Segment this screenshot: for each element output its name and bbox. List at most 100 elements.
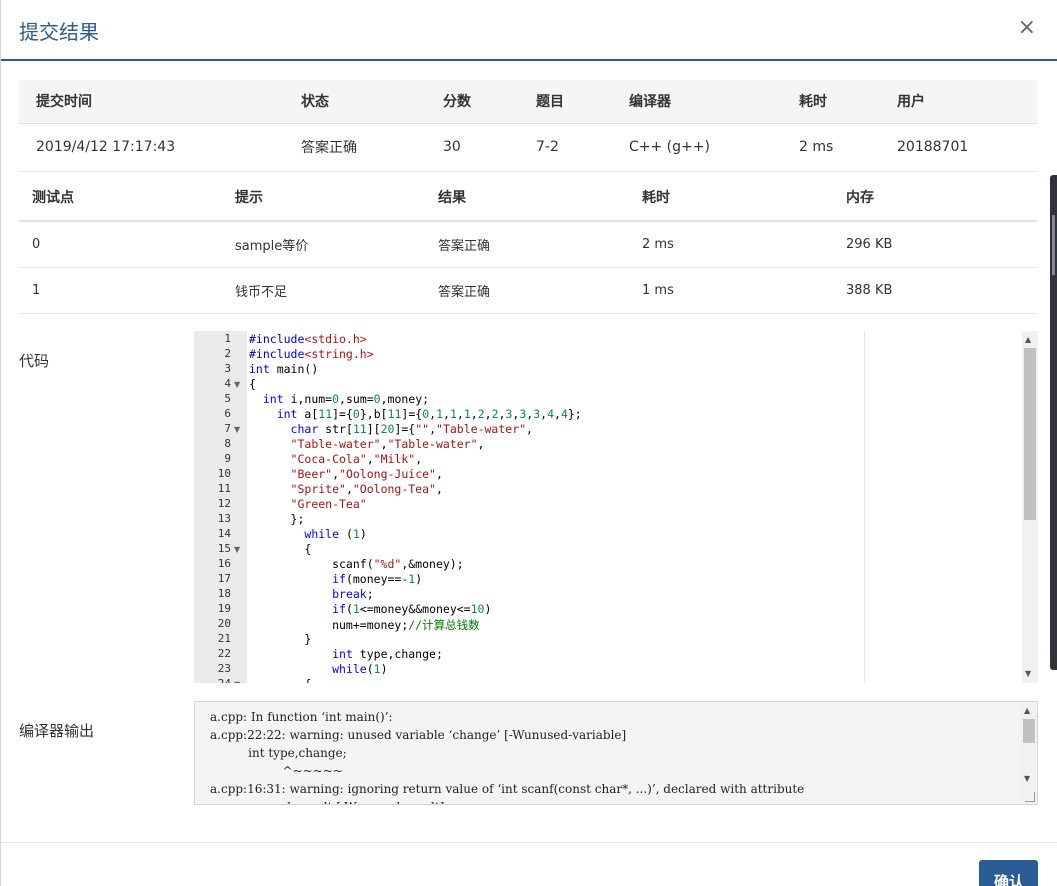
header-problem: 题目 xyxy=(519,80,612,124)
submission-summary-table: 提交时间 状态 分数 题目 编译器 耗时 用户 2019/4/12 17:17:… xyxy=(19,80,1037,172)
line-number: 1 xyxy=(224,332,231,345)
header-test-point: 测试点 xyxy=(19,174,222,222)
line-number: 12 xyxy=(217,497,231,510)
compiler-output-line: ^~~~~~ xyxy=(210,764,343,778)
code-line: { xyxy=(249,677,311,683)
compiler-output-textarea[interactable]: ▲ ▼ a.cpp: In function ‘int main()’: a.cp… xyxy=(194,701,1038,805)
user-id: 20188701 xyxy=(880,123,1037,172)
line-number: 10 xyxy=(217,467,231,480)
compiler-output-line: int type,change; xyxy=(210,746,347,760)
case-result: 答案正确 xyxy=(425,267,629,314)
line-number: 22 xyxy=(217,647,231,660)
fold-arrow-icon[interactable]: ▼ xyxy=(234,545,240,554)
header-time: 耗时 xyxy=(782,80,880,124)
table-row: 1 钱币不足 答案正确 1 ms 388 KB xyxy=(19,267,1037,314)
modal-title: 提交结果 xyxy=(19,20,99,44)
print-margin xyxy=(864,331,865,683)
header-case-time: 耗时 xyxy=(629,174,833,222)
compiler-scrollbar-thumb[interactable] xyxy=(1023,719,1035,743)
code-line: break; xyxy=(332,587,374,601)
line-number: 6 xyxy=(224,407,231,420)
fold-arrow-icon[interactable]: ▼ xyxy=(234,425,240,434)
case-id: 0 xyxy=(19,221,222,268)
code-line: num+=money;//计算总钱数 xyxy=(249,618,480,632)
code-line: "Beer","Oolong-Juice", xyxy=(290,467,443,481)
line-number: 4 xyxy=(224,377,231,390)
summary-row: 2019/4/12 17:17:43 答案正确 30 7-2 C++ (g++)… xyxy=(19,123,1037,172)
scroll-down-icon[interactable]: ▼ xyxy=(1024,774,1030,783)
line-number: 17 xyxy=(217,572,231,585)
scroll-up-icon[interactable]: ▲ xyxy=(1025,335,1031,344)
compiler-output-label: 编译器输出 xyxy=(19,722,95,740)
code-line: #include<stdio.h> xyxy=(249,332,367,346)
line-number: 8 xyxy=(224,437,231,450)
problem-link[interactable]: 7-2 xyxy=(519,123,612,172)
code-line: { xyxy=(249,542,312,556)
code-line: int main() xyxy=(249,362,319,376)
editor-scrollbar[interactable]: ▲ ▼ xyxy=(1022,331,1038,683)
code-editor[interactable]: 1 2 3 4 ▼ 5 6 7 ▼ 8 9 10 11 12 13 14 15 ▼ 16 17 18 19 20 21 22 23… xyxy=(194,331,1038,683)
case-result: 答案正确 xyxy=(425,221,629,268)
line-number: 13 xyxy=(217,512,231,525)
scroll-up-icon[interactable]: ▲ xyxy=(1024,706,1030,715)
time-used: 2 ms xyxy=(782,123,880,172)
compiler-scrollbar[interactable]: ▲ ▼ xyxy=(1021,702,1037,804)
summary-header-row: 提交时间 状态 分数 题目 编译器 耗时 用户 xyxy=(19,80,1037,124)
compiler-output-line: a.cpp: In function ‘int main()’: xyxy=(210,710,393,724)
test-cases-table: 测试点 提示 结果 耗时 内存 0 sample等价 答案正确 2 ms 296… xyxy=(19,174,1037,314)
code-label: 代码 xyxy=(19,352,50,370)
case-memory: 388 KB xyxy=(833,267,1037,314)
submit-time: 2019/4/12 17:17:43 xyxy=(19,123,284,172)
editor-scrollbar-thumb[interactable] xyxy=(1024,348,1036,520)
compiler-output-line: a.cpp:22:22: warning: unused variable ‘c… xyxy=(210,728,627,742)
case-hint: 钱币不足 xyxy=(222,267,425,314)
compiler: C++ (g++) xyxy=(612,123,782,172)
header-user: 用户 xyxy=(880,80,1037,124)
case-memory: 296 KB xyxy=(833,221,1037,268)
line-number: 2 xyxy=(224,347,231,360)
line-number: 11 xyxy=(217,482,231,495)
header-memory: 内存 xyxy=(833,174,1037,222)
header-submit-time: 提交时间 xyxy=(19,80,284,124)
code-line: int a[11]={0},b[11]={0,1,1,1,2,2,3,3,3,4… xyxy=(276,407,582,421)
resize-handle-icon[interactable] xyxy=(1025,792,1035,802)
status-badge: 答案正确 xyxy=(284,123,426,172)
case-hint: sample等价 xyxy=(222,221,425,268)
line-number: 7 xyxy=(224,422,231,435)
close-icon[interactable]: × xyxy=(1018,16,1036,40)
page-scrollbar-thumb[interactable] xyxy=(1052,215,1055,275)
code-line: scanf("%d",&money); xyxy=(249,557,464,571)
line-number: 5 xyxy=(224,392,231,405)
code-line: "Sprite","Oolong-Tea", xyxy=(290,482,443,496)
line-number: 18 xyxy=(217,587,231,600)
cases-header-row: 测试点 提示 结果 耗时 内存 xyxy=(19,174,1037,222)
code-line: while (1) xyxy=(304,527,367,541)
header-compiler: 编译器 xyxy=(612,80,782,124)
confirm-button[interactable]: 确认 xyxy=(979,860,1038,886)
code-area[interactable]: #include<stdio.h> #include<string.h> int m… xyxy=(249,331,1019,683)
code-line: "Coca-Cola","Milk", xyxy=(290,452,423,466)
modal-header: 提交结果 × xyxy=(1,0,1057,61)
header-result: 结果 xyxy=(425,174,629,222)
header-hint: 提示 xyxy=(222,174,425,222)
code-line: }; xyxy=(249,512,305,526)
code-line: } xyxy=(249,632,312,646)
line-number: 20 xyxy=(217,617,231,630)
scroll-down-icon[interactable]: ▼ xyxy=(1025,669,1031,678)
code-line: "Green-Tea" xyxy=(290,497,367,511)
header-score: 分数 xyxy=(426,80,519,124)
fold-arrow-icon[interactable]: ▼ xyxy=(234,680,240,683)
line-number: 24 xyxy=(194,677,231,683)
score: 30 xyxy=(426,123,519,172)
code-line: int type,change; xyxy=(332,647,443,661)
code-line: #include<string.h> xyxy=(249,347,374,361)
page-scrollbar[interactable] xyxy=(1050,175,1057,670)
header-status: 状态 xyxy=(284,80,426,124)
code-line: int i,num=0,sum=0,money; xyxy=(262,392,430,406)
line-number: 19 xyxy=(217,602,231,615)
line-number: 16 xyxy=(217,557,231,570)
compiler-output-line: a.cpp:16:31: warning: ignoring return va… xyxy=(210,782,805,796)
footer-divider xyxy=(1,842,1057,843)
fold-arrow-icon[interactable]: ▼ xyxy=(234,380,240,389)
line-number: 15 xyxy=(217,542,231,555)
